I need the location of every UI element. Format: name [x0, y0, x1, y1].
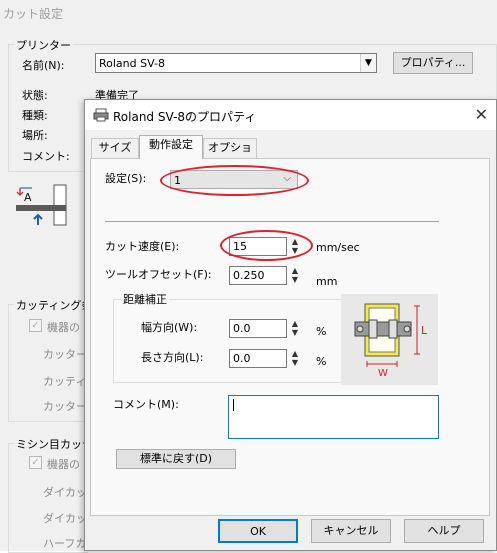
perforation-device-checkbox[interactable]: ✓ — [29, 456, 42, 469]
distance-correction-label: 距離補正 — [121, 291, 169, 307]
dialog-titlebar[interactable]: Roland SV-8のプロパティ ✕ — [85, 100, 496, 130]
width-direction-input[interactable]: 0.0 — [229, 319, 287, 338]
dialog-title: Roland SV-8のプロパティ — [113, 110, 257, 124]
cut-speed-unit: mm/sec — [316, 241, 360, 254]
diagram-label-w: W — [378, 368, 388, 379]
perforation-device-checkbox-label: 機器の — [47, 458, 80, 471]
distance-correction-group — [113, 299, 351, 383]
comment-textarea[interactable] — [228, 395, 439, 439]
text-cursor — [233, 399, 234, 411]
tool-offset-spinner-icon[interactable]: ▲ ▼ — [289, 266, 301, 284]
setting-highlight — [160, 165, 309, 196]
window-title: カット設定 — [3, 7, 64, 21]
chevron-down-icon[interactable]: ▼ — [360, 54, 376, 72]
length-unit: % — [316, 355, 327, 368]
svg-text:A: A — [24, 191, 32, 204]
width-direction-label: 幅方向(W): — [141, 321, 198, 334]
type-label: 種類: — [22, 109, 48, 122]
printer-name-select[interactable]: Roland SV-8 ▼ — [95, 53, 377, 73]
tool-offset-unit: mm — [316, 275, 338, 288]
width-spinner-icon[interactable]: ▲ ▼ — [289, 319, 301, 337]
tab-options[interactable]: オプション — [203, 138, 257, 172]
cancel-button[interactable]: キャンセル — [311, 519, 391, 543]
status-label: 状態: — [22, 89, 48, 102]
width-unit: % — [316, 325, 327, 338]
cutter-illustration-icon: A — [14, 183, 70, 233]
distance-correction-diagram: L W — [341, 294, 438, 385]
printer-name-value: Roland SV-8 — [99, 57, 165, 70]
printer-group-label: プリンター — [14, 37, 73, 53]
help-button[interactable]: ヘルプ — [404, 519, 484, 543]
printer-name-label: 名前(N): — [22, 59, 65, 72]
tab-operation-settings[interactable]: 動作設定 — [139, 135, 203, 159]
tool-offset-input[interactable]: 0.250 — [229, 266, 287, 285]
comment-label: コメント: — [22, 150, 70, 163]
length-direction-input[interactable]: 0.0 — [229, 349, 287, 368]
ok-button[interactable]: OK — [218, 519, 298, 543]
length-direction-label: 長さ方向(L): — [141, 351, 204, 364]
divider — [105, 221, 439, 222]
operation-settings-panel: 設定(S): 1 ⌵ カット速度(E): 15 ▲ ▼ mm/sec ツールオフセ… — [90, 158, 490, 516]
properties-button[interactable]: プロパティ... — [393, 52, 473, 74]
setting-label: 設定(S): — [105, 172, 147, 185]
diagram-label-l: L — [421, 324, 428, 337]
comment-label: コメント(M): — [113, 398, 179, 411]
printer-icon — [93, 108, 109, 122]
printer-properties-dialog: Roland SV-8のプロパティ ✕ サイズ 動作設定 オプション 設定(S)… — [84, 99, 497, 551]
cut-speed-highlight — [220, 230, 313, 261]
cutting-device-checkbox[interactable]: ✓ — [29, 319, 42, 332]
cut-speed-label: カット速度(E): — [105, 240, 180, 253]
reset-defaults-button[interactable]: 標準に戻す(D) — [116, 449, 236, 469]
length-spinner-icon[interactable]: ▲ ▼ — [289, 349, 301, 367]
tab-size[interactable]: サイズ — [91, 138, 139, 158]
cutting-device-checkbox-label: 機器の — [47, 321, 80, 334]
tool-offset-label: ツールオフセット(F): — [105, 268, 212, 281]
location-label: 場所: — [22, 129, 48, 142]
close-icon[interactable]: ✕ — [475, 105, 488, 124]
